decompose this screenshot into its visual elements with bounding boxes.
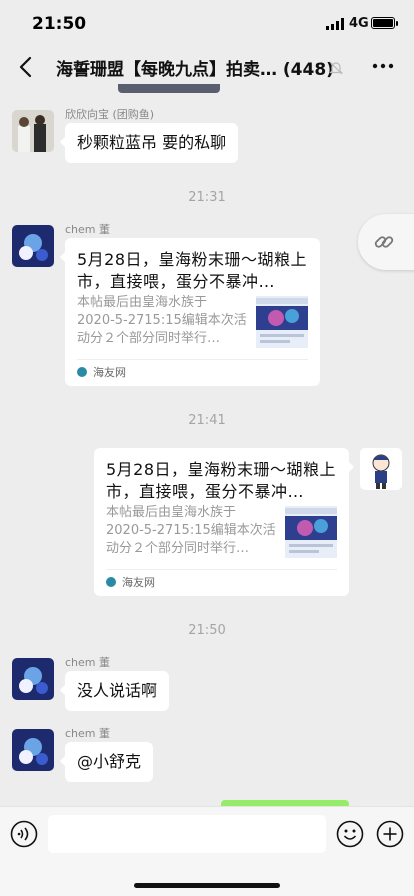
emoji-icon[interactable] [336,820,364,848]
network-label: 4G [349,16,369,31]
signal-icon [326,18,344,30]
battery-icon [371,17,398,29]
back-arrow-icon[interactable] [16,54,38,80]
avatar[interactable] [12,658,54,700]
link-card-thumbnail [256,296,308,348]
avatar[interactable] [12,225,54,267]
sender-name: 欣欣向宝 (团购鱼) [65,108,155,121]
link-card-source: 海友网 [106,569,337,596]
timestamp: 21:41 [188,413,226,428]
link-card-thumbnail [285,506,337,558]
mute-bell-icon [329,61,343,75]
voice-icon[interactable] [10,820,38,848]
link-card-description: 本帖最后由皇海水族于 2020-5-2715:15编辑本次活动分２个部分同时举行… [77,295,247,346]
source-site-icon [106,577,116,587]
more-options-icon[interactable] [372,58,394,74]
floating-link-button[interactable] [358,214,414,270]
message-input[interactable] [48,815,326,853]
home-indicator[interactable] [134,883,280,888]
sender-name: chem 董 [65,727,110,740]
timestamp: 21:50 [188,623,226,638]
sender-name: chem 董 [65,656,110,669]
link-card-source: 海友网 [77,359,308,386]
chat-title: 海誓珊盟【每晚九点】拍卖… (448) [56,60,334,80]
self-avatar[interactable] [360,448,402,490]
link-card-title: 5月28日，皇海粉末珊～瑚粮上市，直接喂，蛋分不暴冲… [77,250,308,291]
chat-header: 海誓珊盟【每晚九点】拍卖… (448) [0,48,414,86]
link-card[interactable]: 5月28日，皇海粉末珊～瑚粮上市，直接喂，蛋分不暴冲… 本帖最后由皇海水族于 2… [94,448,354,596]
avatar[interactable] [12,110,54,152]
previous-image-snippet [118,84,220,93]
message-bubble[interactable]: 没人说话啊 [59,671,170,711]
message-bubble[interactable]: 秒颗粒蓝吊 要的私聊 [59,123,239,163]
source-site-icon [77,367,87,377]
link-card-title: 5月28日，皇海粉末珊～瑚粮上市，直接喂，蛋分不暴冲… [106,460,337,501]
link-card[interactable]: 5月28日，皇海粉末珊～瑚粮上市，直接喂，蛋分不暴冲… 本帖最后由皇海水族于 2… [60,238,320,386]
timestamp: 21:31 [188,190,226,205]
avatar[interactable] [12,729,54,771]
plus-icon[interactable] [376,820,404,848]
status-time: 21:50 [32,14,87,34]
link-icon [374,236,394,248]
message-bubble[interactable]: @小舒克 [59,742,154,782]
status-bar: 21:50 4G [0,0,414,48]
link-card-description: 本帖最后由皇海水族于 2020-5-2715:15编辑本次活动分２个部分同时举行… [106,505,276,556]
sender-name: chem 董 [65,223,110,236]
